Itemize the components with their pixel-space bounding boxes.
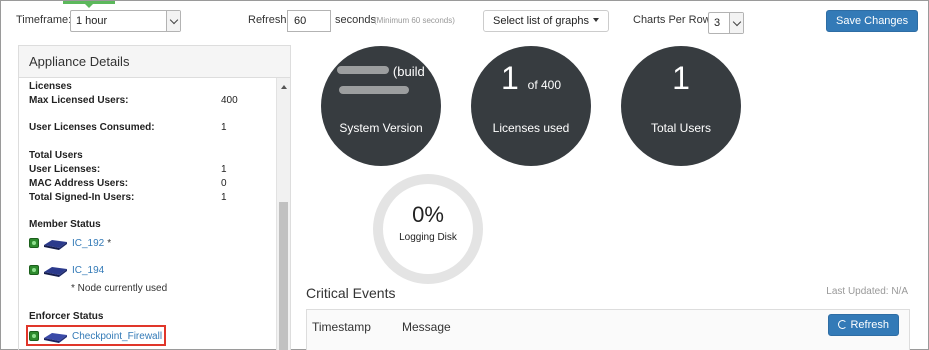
charts-per-row-select[interactable]: 3: [708, 12, 744, 34]
mac-address-users-row: MAC Address Users: 0: [29, 178, 259, 189]
status-ok-icon: [29, 265, 39, 275]
chevron-down-icon: [729, 13, 743, 33]
refresh-button-label: Refresh: [850, 319, 889, 331]
node-note: * Node currently used: [71, 283, 168, 294]
timeframe-label: Timeframe:: [16, 14, 72, 26]
total-users-caption: Total Users: [650, 121, 712, 135]
toolbar: Timeframe: 1 hour Refresh: 60 seconds (M…: [1, 1, 929, 39]
total-users-chart: 1 Total Users: [621, 46, 741, 166]
scroll-up-arrow-icon[interactable]: [281, 82, 287, 89]
appliance-device-icon: [44, 239, 67, 250]
member-item: IC_192 *: [29, 235, 111, 251]
total-users-heading: Total Users: [29, 150, 83, 161]
user-licenses-consumed-value: 1: [221, 122, 227, 133]
member-link-ic194[interactable]: IC_194: [72, 265, 104, 276]
max-licensed-users-label: Max Licensed Users:: [29, 95, 129, 106]
system-version-value: (build: [321, 64, 441, 79]
timeframe-select[interactable]: 1 hour: [70, 10, 181, 32]
refresh-interval-input[interactable]: 60: [287, 10, 331, 32]
redacted-version-text: [337, 66, 390, 74]
panel-scrollbar[interactable]: [276, 78, 290, 350]
enforcer-highlight-box: [26, 325, 166, 346]
mac-address-users-value: 0: [221, 178, 227, 189]
panel-body: Licenses Max Licensed Users: 400 User Li…: [19, 78, 278, 350]
user-licenses-consumed-row: User Licenses Consumed: 1: [29, 122, 259, 133]
logging-disk-value: 0%: [412, 202, 444, 227]
licenses-used-chart: 1 of 400 Licenses used: [471, 46, 591, 166]
charts-per-row-label: Charts Per Row:: [633, 14, 714, 26]
appliance-device-icon: [44, 266, 67, 277]
enforcer-status-heading: Enforcer Status: [29, 311, 104, 322]
chevron-down-icon: [166, 11, 180, 31]
appliance-details-panel: Appliance Details Licenses Max Licensed …: [18, 45, 291, 350]
user-licenses-row: User Licenses: 1: [29, 164, 259, 175]
total-users-value: 1: [672, 60, 690, 96]
system-version-caption: System Version: [339, 121, 423, 135]
max-licensed-users-row: Max Licensed Users: 400: [29, 95, 259, 106]
redacted-build-number: [339, 86, 409, 94]
system-version-chart: (build System Version: [321, 46, 441, 166]
mac-address-users-label: MAC Address Users:: [29, 178, 129, 189]
member-current-marker: *: [107, 237, 112, 249]
caret-down-icon: [593, 18, 599, 25]
select-graphs-button[interactable]: Select list of graphs: [483, 10, 609, 32]
status-ok-icon: [29, 238, 39, 248]
user-licenses-consumed-label: User Licenses Consumed:: [29, 122, 155, 133]
refresh-icon: [838, 320, 848, 329]
max-licensed-users-value: 400: [221, 95, 238, 106]
save-changes-button[interactable]: Save Changes: [826, 10, 919, 32]
scrollbar-thumb[interactable]: [279, 202, 288, 350]
refresh-hint: (Minimum 60 seconds): [374, 16, 455, 25]
licenses-used-caption: Licenses used: [492, 121, 570, 135]
licenses-used-value: 1 of 400: [471, 60, 591, 97]
total-signed-in-value: 1: [221, 192, 227, 203]
column-header-timestamp[interactable]: Timestamp: [312, 320, 371, 334]
build-label: (build: [392, 64, 425, 79]
refresh-events-button[interactable]: Refresh: [828, 314, 899, 336]
refresh-unit: seconds: [335, 14, 376, 26]
select-graphs-label: Select list of graphs: [493, 15, 589, 27]
timeframe-value: 1 hour: [76, 15, 108, 27]
licenses-used-total: of 400: [527, 78, 562, 92]
logging-disk-caption: Logging Disk: [399, 232, 457, 243]
licenses-used-number: 1: [500, 60, 519, 96]
panel-title: Appliance Details: [19, 46, 290, 78]
member-link-ic192[interactable]: IC_192: [72, 238, 104, 249]
critical-events-title: Critical Events: [306, 285, 396, 301]
logging-disk-gauge: 0% Logging Disk: [373, 174, 483, 284]
refresh-label: Refresh:: [248, 14, 290, 26]
column-header-message[interactable]: Message: [402, 320, 451, 334]
charts-per-row-value: 3: [714, 17, 721, 29]
member-item: IC_194: [29, 262, 104, 278]
critical-events-table: Timestamp Message Refresh: [306, 309, 910, 350]
member-status-heading: Member Status: [29, 219, 101, 230]
user-licenses-label: User Licenses:: [29, 164, 101, 175]
user-licenses-value: 1: [221, 164, 227, 175]
last-updated-text: Last Updated: N/A: [826, 286, 908, 297]
total-signed-in-row: Total Signed-In Users: 1: [29, 192, 259, 203]
total-signed-in-label: Total Signed-In Users:: [29, 192, 135, 203]
licenses-heading: Licenses: [29, 81, 72, 92]
